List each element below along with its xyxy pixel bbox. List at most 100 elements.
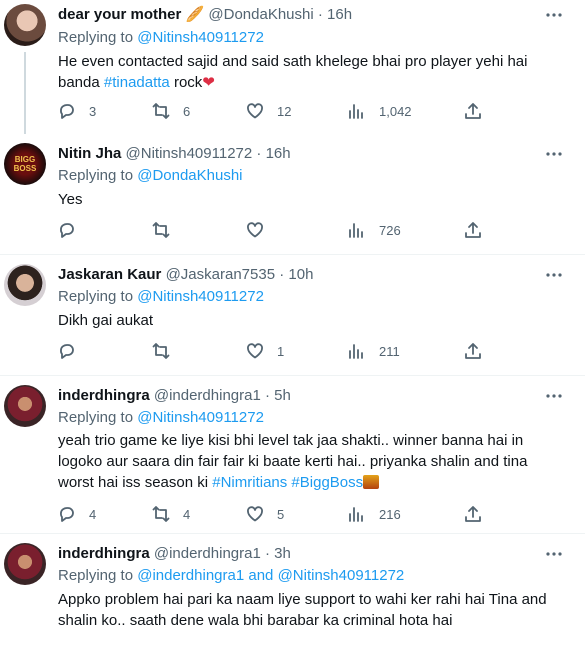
display-name[interactable]: dear your mother — [58, 6, 181, 23]
tweet-text-line: Appko problem hai pari ka naam liye supp… — [58, 591, 547, 608]
heart-icon — [247, 222, 263, 238]
mention-link[interactable]: @Nitinsh40911272 — [137, 409, 264, 426]
name-emoji: 🥖 — [185, 6, 205, 23]
more-options-icon[interactable] — [545, 387, 563, 405]
retweet-icon — [152, 103, 170, 119]
tweet-text-part: worst hai iss season ki — [58, 474, 213, 491]
retweet-button[interactable]: 6 — [152, 101, 190, 121]
tweet-text: yeah trio game ke liye kisi bhi level ta… — [58, 430, 558, 493]
avatar[interactable] — [4, 543, 46, 585]
views-button[interactable]: 726 — [348, 220, 401, 240]
display-name[interactable]: Nitin Jha — [58, 145, 121, 162]
retweet-count: 6 — [183, 103, 191, 119]
reply-button[interactable] — [58, 341, 89, 361]
display-name[interactable]: Jaskaran Kaur — [58, 266, 161, 283]
hashtag-link[interactable]: #BiggBoss — [291, 474, 363, 491]
user-handle[interactable]: @inderdhingra1 — [154, 545, 261, 562]
retweet-button[interactable] — [152, 341, 183, 361]
avatar-text: BIGG BOSS — [13, 155, 37, 173]
replying-and: and — [248, 567, 274, 584]
tweet-3[interactable]: Jaskaran Kaur @Jaskaran7535 · 10h Replyi… — [0, 255, 585, 376]
tweet-header: inderdhingra @inderdhingra1 · 5h — [58, 387, 291, 405]
like-button[interactable]: 5 — [246, 504, 284, 524]
mention-link[interactable]: @inderdhingra1 — [137, 567, 244, 584]
reply-icon — [60, 507, 74, 522]
views-icon — [349, 507, 363, 522]
tweet-header: Nitin Jha @Nitinsh40911272 · 16h — [58, 145, 291, 163]
tweet-5[interactable]: inderdhingra @inderdhingra1 · 3h Replyin… — [0, 534, 585, 649]
replying-to: Replying to @DondaKhushi — [58, 167, 243, 185]
replying-to: Replying to @Nitinsh40911272 — [58, 409, 264, 427]
timestamp[interactable]: 5h — [274, 387, 291, 404]
tweet-text-line: yeah trio game ke liye kisi bhi level ta… — [58, 432, 524, 449]
tweet-actions: 726 — [58, 220, 498, 240]
reply-button[interactable]: 4 — [58, 504, 96, 524]
share-button[interactable] — [464, 220, 482, 240]
hashtag-link[interactable]: #Nimritians — [212, 474, 287, 491]
tweet-4[interactable]: inderdhingra @inderdhingra1 · 5h Replyin… — [0, 376, 585, 534]
reply-button[interactable] — [58, 220, 89, 240]
user-handle[interactable]: @Jaskaran7535 — [166, 266, 275, 283]
avatar[interactable] — [4, 264, 46, 306]
display-name[interactable]: inderdhingra — [58, 387, 150, 404]
retweet-icon — [152, 343, 170, 359]
more-options-icon[interactable] — [545, 6, 563, 24]
reply-icon — [60, 344, 74, 359]
replying-prefix: Replying to — [58, 167, 134, 184]
like-button[interactable] — [246, 220, 277, 240]
mention-link[interactable]: @Nitinsh40911272 — [137, 288, 264, 305]
like-button[interactable]: 1 — [246, 341, 284, 361]
avatar[interactable] — [4, 4, 46, 46]
share-button[interactable] — [464, 101, 482, 121]
timestamp[interactable]: 10h — [288, 266, 313, 283]
tweet-text: Dikh gai aukat — [58, 312, 154, 329]
share-button[interactable] — [464, 341, 482, 361]
share-icon — [465, 222, 481, 238]
more-options-icon[interactable] — [545, 266, 563, 284]
share-button[interactable] — [464, 504, 482, 524]
timestamp[interactable]: 16h — [327, 6, 352, 23]
display-name[interactable]: inderdhingra — [58, 545, 150, 562]
tweet-text-line: shalin ko.. saath dene wala bhi barabar … — [58, 612, 453, 629]
tweet-header: inderdhingra @inderdhingra1 · 3h — [58, 545, 291, 563]
hashtag-link[interactable]: #tinadatta — [104, 74, 170, 91]
more-options-icon[interactable] — [545, 545, 563, 563]
views-count: 216 — [379, 506, 401, 522]
avatar[interactable] — [4, 385, 46, 427]
reply-button[interactable]: 3 — [58, 101, 96, 121]
user-handle[interactable]: @inderdhingra1 — [154, 387, 261, 404]
views-button[interactable]: 216 — [348, 504, 401, 524]
mention-link[interactable]: @Nitinsh40911272 — [137, 29, 264, 46]
like-button[interactable]: 12 — [246, 101, 291, 121]
like-count: 1 — [277, 343, 285, 359]
avatar[interactable]: BIGG BOSS — [4, 143, 46, 185]
timestamp[interactable]: 3h — [274, 545, 291, 562]
heart-icon — [247, 103, 263, 119]
user-handle[interactable]: @Nitinsh40911272 — [126, 145, 253, 162]
tweet-text: Yes — [58, 191, 83, 208]
tweet-header: dear your mother 🥖 @DondaKhushi · 16h — [58, 6, 352, 24]
separator-dot: · — [264, 387, 270, 404]
retweet-button[interactable] — [152, 220, 183, 240]
views-icon — [349, 223, 363, 238]
tweet-text: Appko problem hai pari ka naam liye supp… — [58, 589, 558, 631]
tweet-actions: 4 4 5 216 — [58, 504, 498, 524]
replying-prefix: Replying to — [58, 29, 134, 46]
tweet-header: Jaskaran Kaur @Jaskaran7535 · 10h — [58, 266, 313, 284]
separator-dot: · — [317, 6, 323, 23]
user-handle[interactable]: @DondaKhushi — [208, 6, 313, 23]
tweet-2[interactable]: BIGG BOSS Nitin Jha @Nitinsh40911272 · 1… — [0, 134, 585, 255]
tweet-1[interactable]: dear your mother 🥖 @DondaKhushi · 16h Re… — [0, 0, 585, 134]
retweet-button[interactable]: 4 — [152, 504, 190, 524]
views-button[interactable]: 1,042 — [348, 101, 412, 121]
replying-to: Replying to @Nitinsh40911272 — [58, 288, 264, 306]
more-options-icon[interactable] — [545, 145, 563, 163]
views-icon — [349, 104, 363, 119]
views-button[interactable]: 211 — [348, 341, 400, 361]
like-count: 12 — [277, 103, 292, 119]
mention-link[interactable]: @Nitinsh40911272 — [278, 567, 405, 584]
tweet-text: He even contacted sajid and said sath kh… — [58, 51, 558, 93]
bigg-boss-emoji — [363, 475, 380, 489]
timestamp[interactable]: 16h — [266, 145, 291, 162]
mention-link[interactable]: @DondaKhushi — [137, 167, 242, 184]
